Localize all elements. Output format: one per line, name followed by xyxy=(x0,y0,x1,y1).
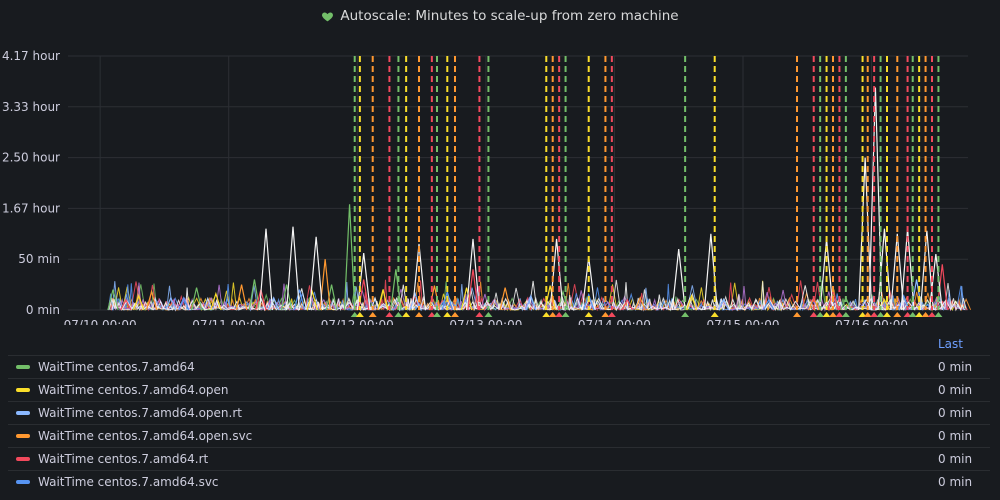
legend-item-last-value: 0 min xyxy=(938,452,973,466)
annotation-marker xyxy=(835,312,844,317)
legend-item-label: WaitTime centos.7.amd64.open.rt xyxy=(38,406,242,420)
panel-header: Autoscale: Minutes to scale-up from zero… xyxy=(0,0,1000,32)
legend-item-label: WaitTime centos.7.amd64.svc xyxy=(38,475,219,489)
legend-swatch xyxy=(16,365,30,369)
heart-icon xyxy=(322,11,334,21)
legend-item[interactable]: WaitTime centos.7.amd64.open 0 min xyxy=(8,378,990,401)
x-tick-label: 07/10 00:00 xyxy=(64,318,137,325)
y-tick-label: 3.33 hour xyxy=(2,100,60,114)
x-tick-label: 07/12 00:00 xyxy=(321,318,394,325)
legend-item-label: WaitTime centos.7.amd64.open.svc xyxy=(38,429,253,443)
annotation-marker xyxy=(681,312,690,317)
legend-swatch xyxy=(16,457,30,461)
legend-item[interactable]: WaitTime centos.7.amd64.rt 0 min xyxy=(8,447,990,470)
y-tick-label: 1.67 hour xyxy=(2,201,60,215)
legend-item[interactable]: WaitTime centos.7.amd64.svc 0 min xyxy=(8,470,990,493)
panel-title[interactable]: Autoscale: Minutes to scale-up from zero… xyxy=(321,8,679,24)
annotation-marker xyxy=(394,312,403,317)
annotation-marker xyxy=(870,312,879,317)
annotation-marker xyxy=(841,312,850,317)
annotation-marker xyxy=(451,312,459,317)
legend-item[interactable]: WaitTime centos.7.amd64.open.rt 0 min xyxy=(8,401,990,424)
legend-swatch xyxy=(16,434,30,438)
annotation-marker xyxy=(934,312,943,317)
legend-swatch xyxy=(16,388,30,392)
legend-item-last-value: 0 min xyxy=(938,383,973,397)
x-tick-label: 07/15 00:00 xyxy=(707,318,780,325)
annotation-marker xyxy=(355,312,364,317)
annotation-marker xyxy=(402,312,411,317)
legend-item-last-value: 0 min xyxy=(938,406,973,420)
annotation-marker xyxy=(601,312,610,317)
annotation-marker xyxy=(475,312,484,317)
annotation-marker xyxy=(863,312,872,317)
annotation-marker xyxy=(584,312,593,317)
annotation-marker xyxy=(816,312,825,317)
annotation-marker xyxy=(883,312,891,317)
y-tick-label: 4.17 hour xyxy=(2,49,60,63)
annotation-marker xyxy=(443,312,452,317)
x-tick-label: 07/13 00:00 xyxy=(449,318,522,325)
annotation-marker xyxy=(433,312,441,317)
annotation-marker xyxy=(921,312,930,317)
x-tick-label: 07/14 00:00 xyxy=(578,318,651,325)
legend-item-last-value: 0 min xyxy=(938,475,973,489)
x-tick-label: 07/11 00:00 xyxy=(192,318,265,325)
legend-column-last[interactable]: Last xyxy=(938,337,990,351)
annotation-marker xyxy=(915,312,924,317)
annotation-marker xyxy=(542,312,551,317)
y-tick-label: 2.50 hour xyxy=(2,151,60,165)
annotation-marker xyxy=(829,312,837,317)
annotation-marker xyxy=(548,312,557,317)
annotation-marker xyxy=(415,312,423,317)
annotation-marker xyxy=(710,312,719,317)
annotation-marker xyxy=(607,312,616,317)
legend-item-label: WaitTime centos.7.amd64.rt xyxy=(38,452,209,466)
legend-item-last-value: 0 min xyxy=(938,429,973,443)
annotation-marker xyxy=(928,312,936,317)
annotation-marker xyxy=(368,312,377,317)
panel-title-text: Autoscale: Minutes to scale-up from zero… xyxy=(340,8,679,24)
annotation-marker xyxy=(484,312,493,317)
annotation-marker xyxy=(809,312,818,317)
legend-header: Last xyxy=(8,333,990,355)
legend-item-label: WaitTime centos.7.amd64 xyxy=(38,360,195,374)
legend-swatch xyxy=(16,411,30,415)
legend-item[interactable]: WaitTime centos.7.amd64.open.svc 0 min xyxy=(8,424,990,447)
annotation-marker xyxy=(876,312,885,317)
x-tick-label: 07/16 00:00 xyxy=(835,318,908,325)
annotation-marker xyxy=(908,312,917,317)
annotation-marker xyxy=(822,312,831,317)
annotation-marker xyxy=(793,312,801,317)
annotation-marker xyxy=(385,312,394,317)
annotation-marker xyxy=(561,312,570,317)
legend-table: Last WaitTime centos.7.amd64 0 min WaitTim… xyxy=(8,333,990,493)
legend-item-label: WaitTime centos.7.amd64.open xyxy=(38,383,229,397)
annotation-marker xyxy=(555,312,564,317)
legend-item-last-value: 0 min xyxy=(938,360,973,374)
legend-swatch xyxy=(16,480,30,484)
annotation-marker xyxy=(893,312,902,317)
y-tick-label: 50 min xyxy=(18,252,60,266)
time-series-chart[interactable]: 0 min 50 min 1.67 hour 2.50 hour 3.33 hour 4.… xyxy=(0,40,1000,325)
y-tick-label: 0 min xyxy=(26,303,60,317)
legend-item[interactable]: WaitTime centos.7.amd64 0 min xyxy=(8,355,990,378)
